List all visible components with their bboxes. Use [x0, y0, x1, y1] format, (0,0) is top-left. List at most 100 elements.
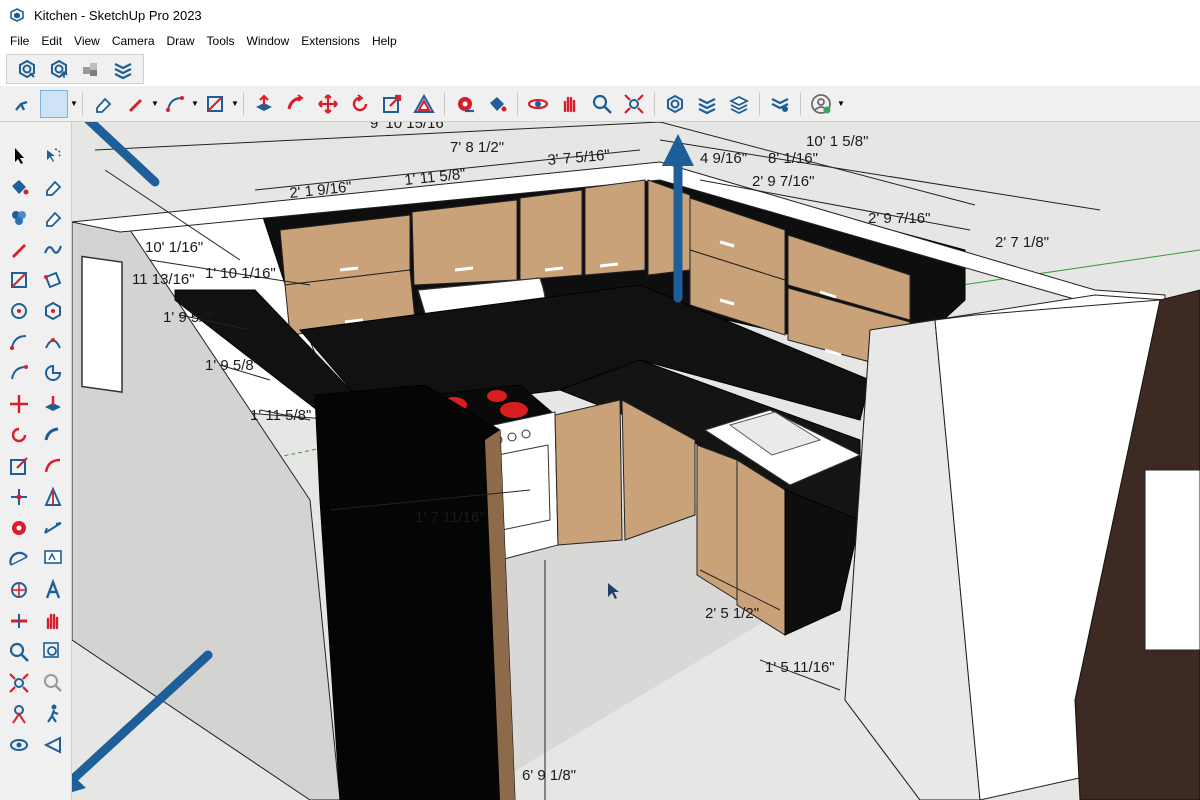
component-tool[interactable]	[2, 202, 36, 233]
model-viewport[interactable]: 9' 10 15/16" 7' 8 1/2" 3' 7 5/16" 2' 1 9…	[72, 122, 1200, 800]
eraser-button[interactable]	[89, 90, 117, 118]
3d-warehouse-button[interactable]	[13, 55, 41, 83]
arc-button[interactable]	[161, 90, 189, 118]
select-tool[interactable]	[2, 140, 36, 171]
move-tool[interactable]	[2, 388, 36, 419]
zoom-extents-button[interactable]	[620, 90, 648, 118]
layout-send-button[interactable]	[109, 55, 137, 83]
user-account-button[interactable]	[807, 90, 835, 118]
arc-tool[interactable]	[2, 326, 36, 357]
push-pull-tool[interactable]	[36, 388, 70, 419]
pencil-button[interactable]	[121, 90, 149, 118]
zoom-extents-icon	[9, 672, 29, 693]
menu-extensions[interactable]: Extensions	[295, 30, 366, 52]
zoom-icon	[9, 642, 29, 662]
axes-tool[interactable]	[2, 574, 36, 605]
polygon-tool[interactable]	[36, 295, 70, 326]
menu-file[interactable]: File	[4, 30, 35, 52]
rectangle-dropdown-icon[interactable]: ▼	[231, 90, 239, 118]
pie-icon	[45, 364, 62, 381]
dimension-tool[interactable]	[36, 512, 70, 543]
freehand-tool[interactable]	[36, 233, 70, 264]
tall-panel	[314, 384, 516, 800]
walk-tool[interactable]	[36, 698, 70, 729]
arc-dropdown-icon[interactable]: ▼	[191, 90, 199, 118]
zoom-window-tool[interactable]	[36, 636, 70, 667]
zoom-extents-tool[interactable]	[2, 667, 36, 698]
scale-icon	[383, 94, 402, 113]
extension-warehouse-button[interactable]	[77, 55, 105, 83]
position-camera-tool[interactable]	[2, 698, 36, 729]
menu-camera[interactable]: Camera	[106, 30, 161, 52]
follow-me-button[interactable]	[282, 90, 310, 118]
kitchen-model-view[interactable]: 9' 10 15/16" 7' 8 1/2" 3' 7 5/16" 2' 1 9…	[72, 122, 1200, 800]
pan-tool[interactable]	[36, 605, 70, 636]
rectangle-button[interactable]	[201, 90, 229, 118]
rotate-button[interactable]	[346, 90, 374, 118]
rectangle-tool[interactable]	[2, 264, 36, 295]
dim-2-5-1-2: 2' 5 1/2"	[705, 605, 759, 622]
eraser-icon	[96, 97, 112, 113]
offset-button[interactable]	[410, 90, 438, 118]
menu-tools[interactable]: Tools	[201, 30, 241, 52]
orbit-button[interactable]	[524, 90, 552, 118]
dim-1-10-1-16: 1' 10 1/16"	[205, 265, 276, 282]
pie-tool[interactable]	[36, 357, 70, 388]
move-button[interactable]	[314, 90, 342, 118]
zoom-tool[interactable]	[2, 636, 36, 667]
lasso-tool[interactable]	[36, 140, 70, 171]
upper-cabinet-3	[411, 199, 518, 286]
line-tool[interactable]	[2, 233, 36, 264]
paint-bucket-button[interactable]	[483, 90, 511, 118]
two-point-arc-tool[interactable]	[36, 326, 70, 357]
3d-text-tool[interactable]	[36, 574, 70, 605]
lasso-icon	[47, 147, 61, 162]
scale-icon	[10, 456, 28, 475]
walk-button[interactable]	[8, 90, 36, 118]
push-pull-button[interactable]	[250, 90, 278, 118]
previous-view-tool[interactable]	[36, 667, 70, 698]
3d-warehouse-share-button[interactable]	[45, 55, 73, 83]
user-dropdown-icon[interactable]: ▼	[837, 90, 845, 118]
tape-measure-button[interactable]	[451, 90, 479, 118]
menu-draw[interactable]: Draw	[161, 30, 201, 52]
offset-tool[interactable]	[36, 450, 70, 481]
tag-eraser-tool[interactable]	[36, 202, 70, 233]
circle-tool[interactable]	[2, 295, 36, 326]
warehouse-button[interactable]	[661, 90, 689, 118]
pan-button[interactable]	[556, 90, 584, 118]
dim-1-7-11-16: 1' 7 11/16"	[415, 509, 485, 526]
follow-me-tool[interactable]	[36, 419, 70, 450]
burner-4	[500, 402, 528, 418]
text-tool[interactable]	[36, 543, 70, 574]
scale-button[interactable]	[378, 90, 406, 118]
rotate-tool[interactable]	[2, 419, 36, 450]
pencil-dropdown-icon[interactable]: ▼	[151, 90, 159, 118]
look-around-tool[interactable]	[2, 729, 36, 760]
eraser-tool[interactable]	[36, 171, 70, 202]
section-fill-tool[interactable]	[36, 729, 70, 760]
layers-button[interactable]	[725, 90, 753, 118]
menu-help[interactable]: Help	[366, 30, 403, 52]
menu-window[interactable]: Window	[241, 30, 296, 52]
tape-measure-tool[interactable]	[2, 512, 36, 543]
move-icon	[10, 394, 28, 413]
select-dropdown-icon[interactable]: ▼	[70, 90, 78, 118]
section-plane-tool[interactable]	[2, 605, 36, 636]
protractor-tool[interactable]	[2, 543, 36, 574]
rotated-rectangle-tool[interactable]	[36, 264, 70, 295]
wardrobe-panel	[1144, 469, 1200, 651]
3d-warehouse-icon	[19, 59, 35, 79]
zoom-button[interactable]	[588, 90, 616, 118]
select-tool-button[interactable]	[40, 89, 68, 118]
styles-button[interactable]	[766, 90, 794, 118]
menu-view[interactable]: View	[68, 30, 106, 52]
flip-tool[interactable]	[2, 481, 36, 512]
scale-tool[interactable]	[2, 450, 36, 481]
extension-manager-button[interactable]	[693, 90, 721, 118]
three-point-arc-tool[interactable]	[2, 357, 36, 388]
tape-measure-icon	[458, 96, 474, 112]
paint-tool[interactable]	[2, 171, 36, 202]
solid-tool[interactable]	[36, 481, 70, 512]
menu-edit[interactable]: Edit	[35, 30, 68, 52]
